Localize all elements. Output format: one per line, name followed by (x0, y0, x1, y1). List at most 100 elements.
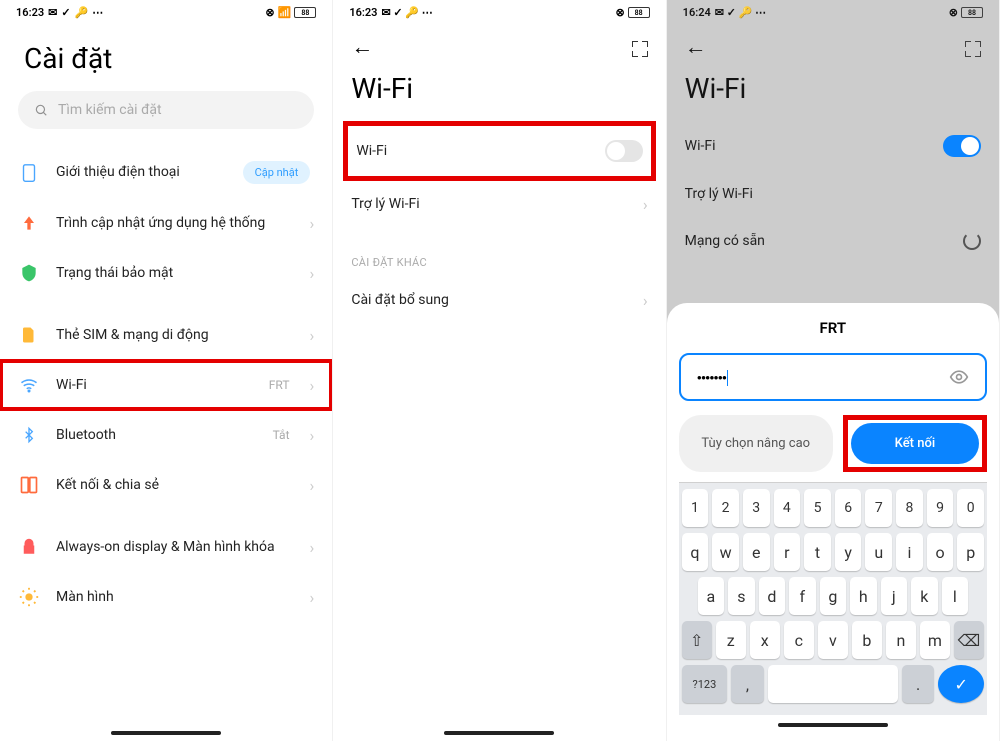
key-u[interactable]: u (865, 533, 892, 571)
key-y[interactable]: y (835, 533, 862, 571)
key-2[interactable]: 2 (712, 489, 739, 527)
key-d[interactable]: d (759, 577, 785, 615)
search-icon (34, 103, 48, 117)
advanced-options-button[interactable]: Tùy chọn nâng cao (679, 415, 833, 472)
nav-bar[interactable] (778, 723, 888, 727)
network-name: FRT (679, 319, 987, 337)
sim-item[interactable]: Thẻ SIM & mạng di động › (0, 310, 332, 360)
aod-item[interactable]: Always-on display & Màn hình khóa › (0, 522, 332, 572)
chevron-right-icon: › (310, 376, 315, 395)
key-n[interactable]: n (886, 621, 916, 659)
chevron-right-icon: › (310, 214, 315, 233)
key-enter[interactable]: ✓ (938, 665, 984, 703)
qr-scan-button[interactable] (632, 41, 648, 53)
key-9[interactable]: 9 (927, 489, 954, 527)
wifi-assistant-item[interactable]: Trợ lý Wi-Fi › (667, 171, 999, 218)
key-3[interactable]: 3 (743, 489, 770, 527)
back-button[interactable]: ← (685, 34, 707, 60)
wifi-toggle-highlight: Wi-Fi (343, 121, 655, 181)
key-z[interactable]: z (716, 621, 746, 659)
key-period[interactable]: . (902, 665, 935, 703)
wifi-toggle[interactable] (943, 135, 981, 157)
keyboard-row-asdf: asdfghjkl (682, 577, 984, 615)
sim-icon (18, 324, 40, 346)
key-comma[interactable]: , (731, 665, 764, 703)
key-backspace[interactable]: ⌫ (954, 621, 984, 659)
key-x[interactable]: x (750, 621, 780, 659)
wifi-toggle-item[interactable]: Wi-Fi (667, 121, 999, 171)
key-o[interactable]: o (927, 533, 954, 571)
key-symbols[interactable]: ?123 (682, 665, 728, 703)
key-0[interactable]: 0 (957, 489, 984, 527)
key-i[interactable]: i (896, 533, 923, 571)
wifi-assistant-item[interactable]: Trợ lý Wi-Fi › (333, 181, 665, 228)
wifi-item[interactable]: Wi-Fi FRT › (0, 360, 332, 410)
key-t[interactable]: t (804, 533, 831, 571)
share-item[interactable]: Kết nối & chia sẻ › (0, 460, 332, 510)
keyboard-row-space: ?123,.✓ (682, 665, 984, 703)
status-time: 16:24 (683, 6, 711, 19)
key-space[interactable] (768, 665, 898, 703)
password-input[interactable]: ••••••• (679, 353, 987, 401)
security-status-item[interactable]: Trạng thái bảo mật › (0, 248, 332, 298)
refresh-icon[interactable] (963, 232, 981, 250)
connect-button[interactable]: Kết nối (851, 423, 979, 464)
keyboard: 1234567890 qwertyuiop asdfghjkl ⇧zxcvbnm… (679, 482, 987, 715)
key-p[interactable]: p (957, 533, 984, 571)
key-5[interactable]: 5 (804, 489, 831, 527)
search-placeholder: Tìm kiếm cài đặt (58, 102, 162, 118)
wifi-signal-icon: 📶 (278, 6, 292, 19)
key-f[interactable]: f (789, 577, 815, 615)
status-bar: 16:23 ✉ ✓ 🔑 ⋯ ⊗ 88 (333, 0, 665, 22)
key-7[interactable]: 7 (865, 489, 892, 527)
key-s[interactable]: s (728, 577, 754, 615)
bluetooth-icon (18, 424, 40, 446)
wifi-toggle[interactable] (605, 140, 643, 162)
bluetooth-item[interactable]: Bluetooth Tắt › (0, 410, 332, 460)
show-password-icon[interactable] (949, 367, 969, 387)
key-w[interactable]: w (712, 533, 739, 571)
nav-bar[interactable] (444, 731, 554, 735)
key-k[interactable]: k (911, 577, 937, 615)
status-time: 16:23 (16, 6, 44, 19)
battery-icon: 88 (961, 7, 983, 18)
search-input[interactable]: Tìm kiếm cài đặt (18, 91, 314, 129)
system-update-item[interactable]: Trình cập nhật ứng dụng hệ thống › (0, 198, 332, 248)
key-m[interactable]: m (920, 621, 950, 659)
key-h[interactable]: h (850, 577, 876, 615)
key-v[interactable]: v (818, 621, 848, 659)
key-j[interactable]: j (881, 577, 907, 615)
shield-icon (18, 262, 40, 284)
wifi-toggle-item[interactable]: Wi-Fi (348, 126, 650, 176)
key-1[interactable]: 1 (682, 489, 709, 527)
key-b[interactable]: b (852, 621, 882, 659)
lock-icon (18, 536, 40, 558)
key-q[interactable]: q (682, 533, 709, 571)
key-c[interactable]: c (784, 621, 814, 659)
keyboard-row-qwerty: qwertyuiop (682, 533, 984, 571)
back-button[interactable]: ← (351, 34, 373, 60)
key-4[interactable]: 4 (774, 489, 801, 527)
key-6[interactable]: 6 (835, 489, 862, 527)
key-r[interactable]: r (774, 533, 801, 571)
chevron-right-icon: › (643, 291, 648, 310)
key-e[interactable]: e (743, 533, 770, 571)
display-item[interactable]: Màn hình › (0, 572, 332, 622)
update-badge: Cập nhật (243, 161, 311, 184)
key-l[interactable]: l (942, 577, 968, 615)
page-title: Wi-Fi (667, 68, 999, 121)
chevron-right-icon: › (310, 264, 315, 283)
status-bar: 16:24 ✉ ✓ 🔑 ⋯ ⊗ 88 (667, 0, 999, 22)
qr-scan-button[interactable] (965, 41, 981, 53)
available-networks-item: Mạng có sẵn (667, 218, 999, 264)
chevron-right-icon: › (310, 538, 315, 557)
key-g[interactable]: g (820, 577, 846, 615)
mail-icon: ✉ (48, 6, 57, 19)
additional-settings-item[interactable]: Cài đặt bổ sung › (333, 277, 665, 324)
about-phone-item[interactable]: Giới thiệu điện thoại Cập nhật (0, 147, 332, 198)
nav-bar[interactable] (111, 731, 221, 735)
keyboard-row-zxcv: ⇧zxcvbnm⌫ (682, 621, 984, 659)
key-shift[interactable]: ⇧ (682, 621, 712, 659)
key-8[interactable]: 8 (896, 489, 923, 527)
key-a[interactable]: a (698, 577, 724, 615)
